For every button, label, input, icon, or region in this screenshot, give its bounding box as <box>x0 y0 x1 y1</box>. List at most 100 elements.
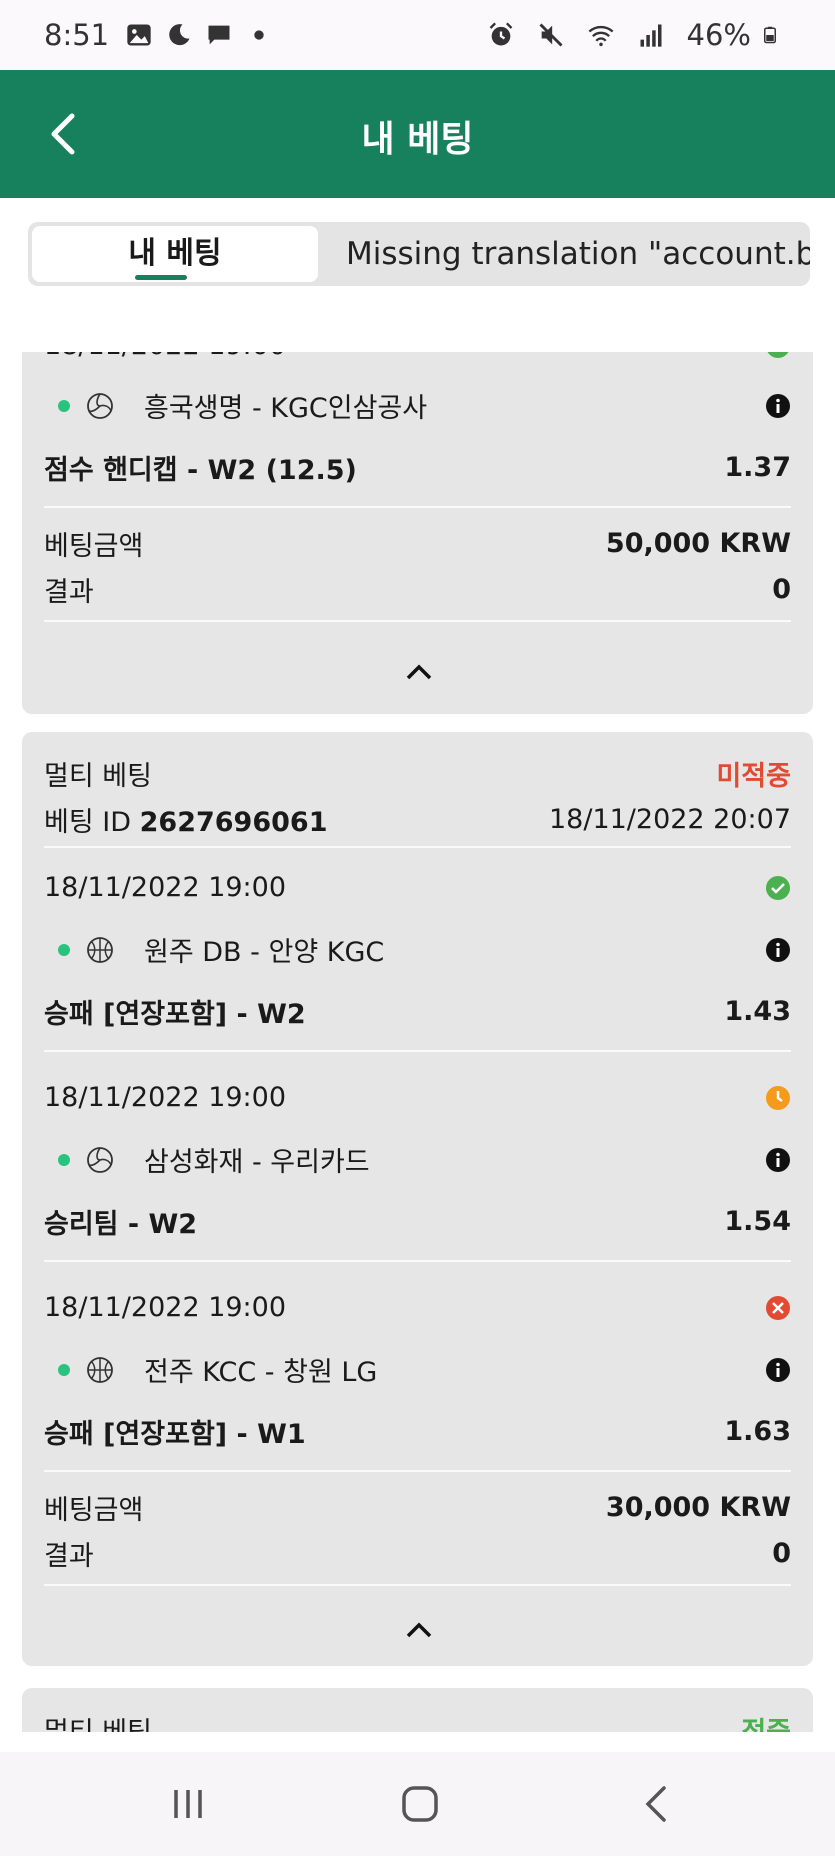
volleyball-icon <box>87 1146 113 1173</box>
bets-list[interactable]: 18/11/2022 19:00 흥국생명 - KGC인삼공사 점수 핸디캡 -… <box>0 352 835 1732</box>
selection-datetime: 18/11/2022 19:00 <box>44 872 287 903</box>
result-value: 0 <box>772 1538 791 1569</box>
bet-type: 멀티 베팅 <box>44 1710 152 1732</box>
chevron-up-icon[interactable] <box>404 1620 434 1640</box>
bet-type: 멀티 베팅 <box>44 761 152 792</box>
info-icon[interactable] <box>765 393 791 419</box>
bet-status-badge: 미적중 <box>716 761 791 792</box>
selection-datetime: 18/11/2022 19:00 <box>44 352 286 361</box>
selection-market: 승패 [연장포함] - W1 <box>44 1419 306 1450</box>
battery-percent: 46% <box>686 18 751 52</box>
selection-market: 점수 핸디캡 - W2 (12.5) <box>44 455 357 486</box>
selection-teams: 전주 KCC - 창원 LG <box>144 1357 378 1388</box>
divider <box>44 1260 791 1262</box>
signal-icon <box>640 24 662 47</box>
selection-teams-row: 흥국생명 - KGC인삼공사 <box>44 386 791 425</box>
selection-market-row: 승패 [연장포함] - W2 1.43 <box>44 992 791 1031</box>
bet-card: 멀티 베팅 적중 <box>22 1688 813 1732</box>
bet-card: 멀티 베팅 미적중 베팅 ID 2627696061 18/11/2022 20… <box>22 732 813 1666</box>
selection-odds: 1.43 <box>724 996 791 1027</box>
selection-odds: 1.63 <box>724 1416 791 1447</box>
selection-teams-row: 전주 KCC - 창원 LG <box>44 1350 791 1389</box>
selection-odds: 1.54 <box>724 1206 791 1237</box>
battery-icon <box>764 26 776 44</box>
info-icon[interactable] <box>765 1147 791 1173</box>
live-dot <box>58 399 70 412</box>
stake-value: 50,000 KRW <box>605 528 791 559</box>
tab-bar: 내 베팅 Missing translation "account.bet-b <box>28 222 810 286</box>
divider <box>44 1584 791 1586</box>
check-circle-icon <box>767 352 789 358</box>
mute-icon <box>539 23 563 47</box>
tab-bet-history[interactable]: Missing translation "account.bet-b <box>318 226 810 282</box>
selection-teams-row: 삼성화재 - 우리카드 <box>44 1140 791 1179</box>
selection-header: 18/11/2022 19:00 <box>44 352 791 361</box>
dot-icon <box>254 30 264 40</box>
recent-apps-icon[interactable] <box>166 1782 210 1826</box>
stake-label: 베팅금액 <box>44 1495 144 1526</box>
result-label: 결과 <box>44 577 94 608</box>
status-bar: 8:51 46% <box>0 0 835 70</box>
live-dot <box>58 943 70 956</box>
stake-row: 베팅금액 50,000 KRW <box>44 524 791 563</box>
cross-circle-icon <box>766 1295 790 1320</box>
selection-datetime: 18/11/2022 19:00 <box>44 1292 287 1323</box>
message-icon <box>208 25 230 45</box>
bet-placed-at: 18/11/2022 20:07 <box>548 804 791 835</box>
result-row: 결과 0 <box>44 1534 791 1573</box>
bet-status-badge: 적중 <box>741 1710 791 1732</box>
selection-odds: 1.37 <box>724 452 791 483</box>
bet-card: 18/11/2022 19:00 흥국생명 - KGC인삼공사 점수 핸디캡 -… <box>22 352 813 714</box>
bet-id-label: 베팅 ID <box>44 807 132 838</box>
moon-icon <box>169 24 190 46</box>
info-icon[interactable] <box>765 937 791 963</box>
system-nav-bar <box>0 1752 835 1856</box>
live-dot <box>58 1153 70 1166</box>
result-value: 0 <box>772 574 791 605</box>
selection-header: 18/11/2022 19:00 <box>44 1292 791 1323</box>
selection-market-row: 점수 핸디캡 - W2 (12.5) 1.37 <box>44 448 791 487</box>
selection-teams-row: 원주 DB - 안양 KGC <box>44 930 791 969</box>
status-time: 8:51 <box>44 18 110 52</box>
active-tab-indicator <box>135 275 187 280</box>
bet-type-row: 멀티 베팅 적중 <box>44 1710 791 1732</box>
stake-row: 베팅금액 30,000 KRW <box>44 1488 791 1527</box>
result-label: 결과 <box>44 1541 94 1572</box>
check-circle-icon <box>766 875 790 900</box>
selection-market: 승리팀 - W2 <box>44 1209 198 1240</box>
divider <box>44 1050 791 1052</box>
wifi-icon <box>588 25 613 47</box>
stake-label: 베팅금액 <box>44 531 144 562</box>
selection-header: 18/11/2022 19:00 <box>44 872 791 903</box>
selection-market-row: 승리팀 - W2 1.54 <box>44 1202 791 1241</box>
selection-market-row: 승패 [연장포함] - W1 1.63 <box>44 1412 791 1451</box>
selection-header: 18/11/2022 19:00 <box>44 1082 791 1113</box>
info-icon[interactable] <box>765 1357 791 1383</box>
basketball-icon <box>87 936 113 963</box>
selection-teams: 삼성화재 - 우리카드 <box>144 1147 370 1178</box>
tab-label: 내 베팅 <box>128 236 222 271</box>
stake-value: 30,000 KRW <box>605 1492 791 1523</box>
selection-datetime: 18/11/2022 19:00 <box>44 1082 287 1113</box>
selection-teams: 흥국생명 - KGC인삼공사 <box>144 393 428 424</box>
selection-teams: 원주 DB - 안양 KGC <box>144 937 385 968</box>
bet-id-row: 베팅 ID 2627696061 18/11/2022 20:07 <box>44 800 791 839</box>
divider <box>44 846 791 848</box>
page-title: 내 베팅 <box>361 119 474 160</box>
basketball-icon <box>87 1356 113 1383</box>
nav-back-icon[interactable] <box>636 1782 680 1826</box>
divider <box>44 1470 791 1472</box>
gallery-icon <box>127 24 151 46</box>
tab-my-bets[interactable]: 내 베팅 <box>32 226 318 282</box>
live-dot <box>58 1363 70 1376</box>
volleyball-icon <box>87 392 113 419</box>
chevron-up-icon[interactable] <box>404 662 434 682</box>
bet-id: 2627696061 <box>139 807 328 838</box>
bet-type-row: 멀티 베팅 미적중 <box>44 754 791 793</box>
divider <box>44 506 791 508</box>
app-header: 내 베팅 <box>0 70 835 198</box>
clock-icon <box>766 1085 790 1110</box>
selection-market: 승패 [연장포함] - W2 <box>44 999 306 1030</box>
home-icon[interactable] <box>398 1782 442 1826</box>
result-row: 결과 0 <box>44 570 791 609</box>
